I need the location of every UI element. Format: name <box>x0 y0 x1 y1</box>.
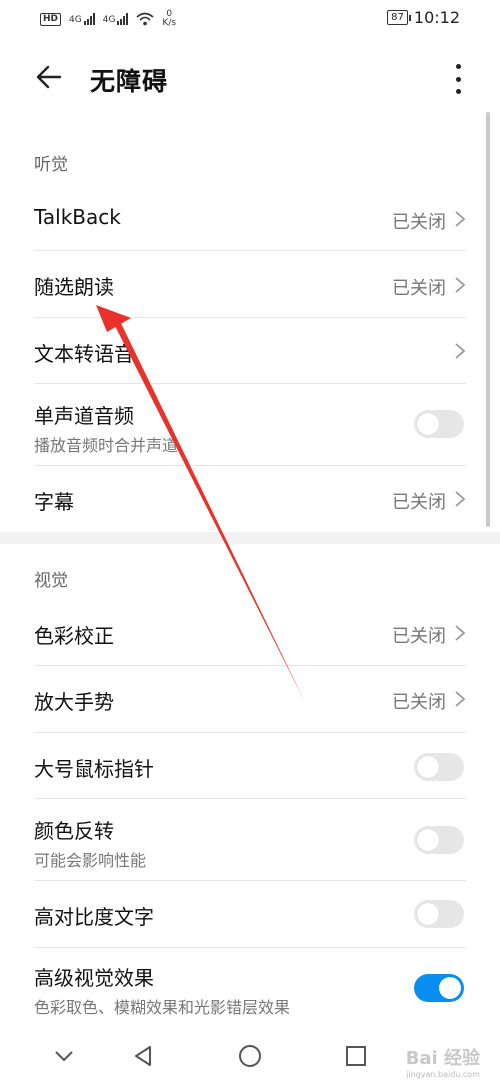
battery-icon: 87 <box>387 10 411 25</box>
status-bar: HD 4G 4G 0 K/s 87 10:12 <box>0 0 500 40</box>
setting-label: TalkBack <box>34 205 121 229</box>
setting-captions[interactable]: 字幕 已关闭 <box>0 470 500 530</box>
divider <box>34 665 466 666</box>
setting-magnification[interactable]: 放大手势 已关闭 <box>0 670 500 730</box>
wifi-icon <box>136 12 154 26</box>
setting-color-correction[interactable]: 色彩校正 已关闭 <box>0 604 500 664</box>
back-arrow-icon[interactable] <box>34 62 64 92</box>
setting-talkback[interactable]: TalkBack 已关闭 <box>0 190 500 250</box>
setting-subtitle: 播放音频时合并声道 <box>34 436 179 455</box>
chevron-right-icon <box>455 691 466 707</box>
section-separator <box>0 532 500 544</box>
setting-label: 随选朗读 <box>34 275 114 299</box>
setting-label: 大号鼠标指针 <box>34 757 154 781</box>
setting-label: 放大手势 <box>34 690 114 714</box>
setting-tts[interactable]: 文本转语音 <box>0 322 500 382</box>
setting-label: 单声道音频 <box>34 404 134 428</box>
toggle-knob <box>417 413 439 435</box>
color-inversion-toggle[interactable] <box>414 826 464 854</box>
chevron-right-icon <box>455 625 466 641</box>
section-label-hearing: 听觉 <box>34 155 68 175</box>
page-title: 无障碍 <box>90 67 169 96</box>
setting-advanced-visual[interactable]: 高级视觉效果 色彩取色、模糊效果和光影错层效果 <box>0 952 500 1028</box>
chevron-down-icon[interactable] <box>50 1042 78 1070</box>
app-bar: 无障碍 <box>0 50 500 110</box>
advanced-visual-toggle[interactable] <box>414 974 464 1002</box>
setting-value: 已关闭 <box>392 492 446 513</box>
setting-mono-audio[interactable]: 单声道音频 播放音频时合并声道 <box>0 388 500 466</box>
home-circle-icon[interactable] <box>236 1042 264 1070</box>
chevron-right-icon <box>455 277 466 293</box>
setting-value: 已关闭 <box>392 692 446 713</box>
setting-subtitle: 色彩取色、模糊效果和光影错层效果 <box>34 998 291 1017</box>
toggle-knob <box>417 829 439 851</box>
recents-square-icon[interactable] <box>342 1042 370 1070</box>
setting-color-inversion[interactable]: 颜色反转 可能会影响性能 <box>0 803 500 881</box>
net-speed: 0 K/s <box>162 9 177 28</box>
status-right: 87 10:12 <box>387 8 460 27</box>
toggle-knob <box>417 903 439 925</box>
status-left: HD 4G 4G 0 K/s <box>40 10 176 28</box>
hd-badge: HD <box>40 12 62 26</box>
setting-value: 已关闭 <box>392 278 446 299</box>
watermark-logo: Bai 经验 jingyan.baidu.com <box>405 1048 480 1079</box>
setting-value: 已关闭 <box>392 626 446 647</box>
high-contrast-toggle[interactable] <box>414 900 464 928</box>
setting-select-to-speak[interactable]: 随选朗读 已关闭 <box>0 256 500 316</box>
signal-icon-2: 4G <box>103 13 129 25</box>
setting-value: 已关闭 <box>392 212 446 233</box>
setting-label: 高对比度文字 <box>34 905 154 929</box>
toggle-knob <box>439 977 461 999</box>
back-triangle-icon[interactable] <box>130 1042 158 1070</box>
divider <box>34 317 466 318</box>
setting-high-contrast[interactable]: 高对比度文字 <box>0 885 500 945</box>
chevron-right-icon <box>455 211 466 227</box>
toggle-knob <box>417 756 439 778</box>
chevron-right-icon <box>455 343 466 359</box>
section-label-vision: 视觉 <box>34 571 68 591</box>
setting-large-pointer[interactable]: 大号鼠标指针 <box>0 737 500 797</box>
setting-subtitle: 可能会影响性能 <box>34 851 147 870</box>
signal-icon-1: 4G <box>69 13 95 25</box>
more-options-icon[interactable] <box>448 64 468 94</box>
divider <box>34 465 466 466</box>
setting-label: 高级视觉效果 <box>34 966 154 990</box>
divider <box>34 880 466 881</box>
divider <box>34 250 466 251</box>
divider <box>34 798 466 799</box>
divider <box>34 947 466 948</box>
clock: 10:12 <box>413 8 460 27</box>
setting-label: 文本转语音 <box>34 342 134 366</box>
large-pointer-toggle[interactable] <box>414 753 464 781</box>
setting-label: 色彩校正 <box>34 624 114 648</box>
setting-label: 颜色反转 <box>34 819 114 843</box>
setting-label: 字幕 <box>34 490 74 514</box>
divider <box>34 383 466 384</box>
mono-audio-toggle[interactable] <box>414 410 464 438</box>
divider <box>34 732 466 733</box>
chevron-right-icon <box>455 491 466 507</box>
